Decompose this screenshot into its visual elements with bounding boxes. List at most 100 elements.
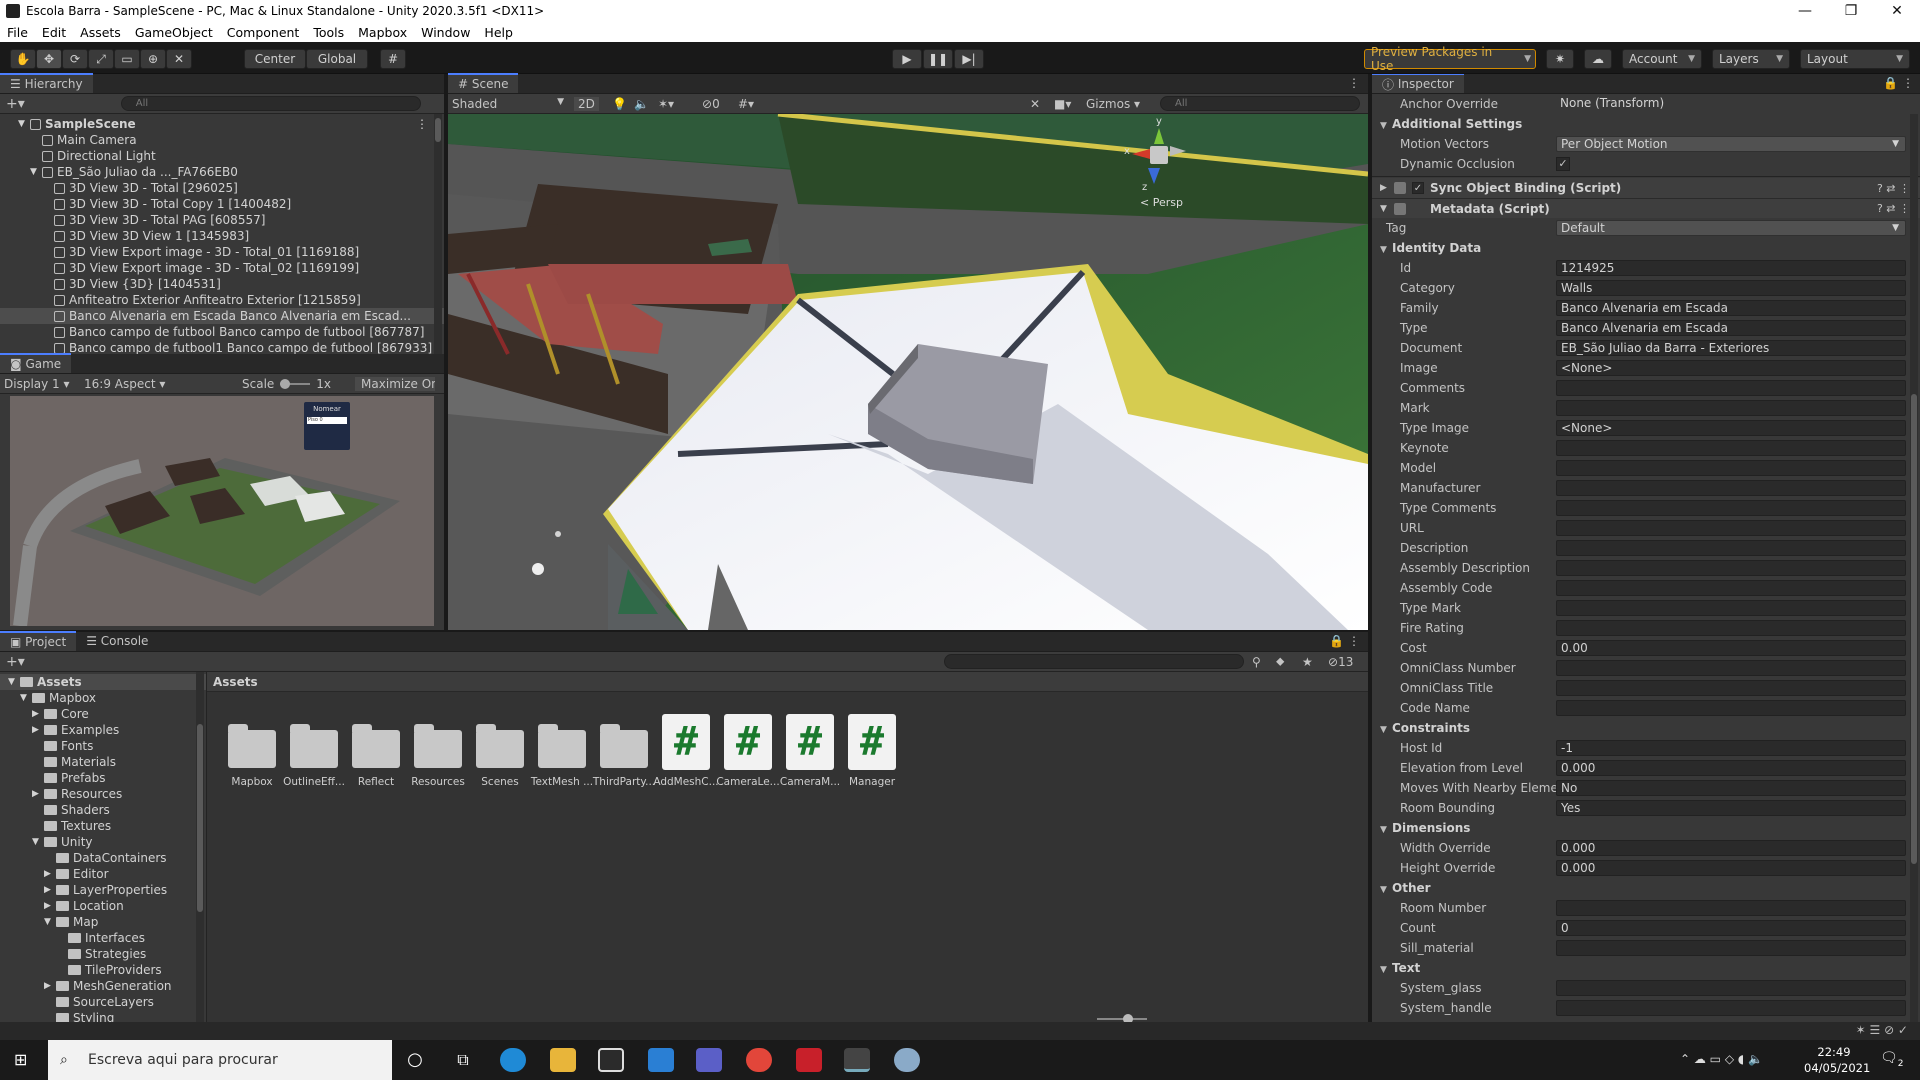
metadata-field-input[interactable] [1556,900,1906,916]
project-folder-item[interactable]: ▼ Map [0,914,206,930]
tree-scrollbar[interactable] [196,672,204,1022]
asset-folder[interactable]: Scenes [467,714,533,788]
project-folder-item[interactable]: ▼ Assets [0,674,206,690]
project-folder-item[interactable]: Fonts [0,738,206,754]
project-folder-item[interactable]: Textures [0,818,206,834]
metadata-field-input[interactable] [1556,400,1906,416]
tab-hierarchy[interactable]: ☰ Hierarchy [0,73,93,93]
hierarchy-item[interactable]: 3D View 3D - Total Copy 1 [1400482] [0,196,444,212]
menu-item[interactable]: Component [220,25,307,40]
menu-item[interactable]: Mapbox [351,25,414,40]
tools-icon[interactable]: ✕ [1030,97,1040,111]
component-menu-icons[interactable]: ? ⇄ ⋮ [1877,182,1910,195]
file-explorer-icon[interactable] [550,1048,576,1072]
pivot-global-button[interactable]: Global [306,49,368,69]
metadata-field-input[interactable] [1556,460,1906,476]
effects-icon[interactable]: ✶▾ [658,97,674,111]
close-button[interactable]: ✕ [1874,3,1920,19]
favorites-icon[interactable]: ★ [1302,655,1313,669]
unity-hub-icon[interactable] [894,1048,920,1072]
perspective-label[interactable]: < Persp [1140,196,1183,209]
metadata-field-input[interactable]: 0.000 [1556,840,1906,856]
asset-folder[interactable]: Reflect [343,714,409,788]
project-folder-item[interactable]: ▶ MeshGeneration [0,978,206,994]
project-folder-item[interactable]: DataContainers [0,850,206,866]
metadata-field-input[interactable] [1556,500,1906,516]
scale-slider[interactable] [280,378,311,389]
gizmo-z-cone[interactable] [1148,168,1160,184]
scale-tool-button[interactable]: ⤢ [88,49,114,69]
rect-tool-button[interactable]: ▭ [114,49,140,69]
project-folder-item[interactable]: ▶ Editor [0,866,206,882]
minimize-button[interactable]: — [1782,3,1828,19]
filter-label-icon[interactable]: ⬥ [1276,654,1284,669]
camera-icon[interactable]: ■▾ [1054,97,1071,111]
hierarchy-scrollbar[interactable] [434,114,442,354]
icon-size-slider[interactable] [1097,1014,1147,1024]
custom-tool-button[interactable]: ✕ [166,49,192,69]
metadata-field-input[interactable]: 0.000 [1556,760,1906,776]
overlay-field[interactable]: Piso 0 [307,417,347,424]
filter-type-icon[interactable]: ⚲ [1252,655,1261,669]
metadata-field-input[interactable] [1556,700,1906,716]
metadata-field-input[interactable]: 0.000 [1556,860,1906,876]
group-header-identity-data[interactable]: ▼ Identity Data [1372,238,1920,258]
account-dropdown[interactable]: Account ▼ [1622,49,1702,69]
menu-item[interactable]: Help [477,25,520,40]
rotate-tool-button[interactable]: ⟳ [62,49,88,69]
asset-folder[interactable]: Mapbox [219,714,285,788]
gizmo-center-cube[interactable] [1150,146,1168,164]
asset-script[interactable]: # AddMeshC... [653,714,719,788]
metadata-field-input[interactable] [1556,520,1906,536]
project-folder-item[interactable]: TileProviders [0,962,206,978]
project-folder-item[interactable]: ▶ LayerProperties [0,882,206,898]
toggle-2d-button[interactable]: 2D [574,96,599,111]
project-folder-item[interactable]: ▼ Mapbox [0,690,206,706]
preview-packages-button[interactable]: Preview Packages in Use ▼ [1364,45,1536,73]
hierarchy-item[interactable]: 3D View Export image - 3D - Total_01 [11… [0,244,444,260]
inspector-lock-icon[interactable]: 🔒 ⋮ [1883,76,1920,93]
additional-settings-header[interactable]: ▼ Additional Settings [1372,114,1920,134]
services-icon[interactable]: ✷ [1546,49,1574,69]
hierarchy-item[interactable]: Banco campo de futbool Banco campo de fu… [0,324,444,340]
task-view-icon[interactable]: ⧉ [450,1048,476,1072]
hidden-objects-toggle[interactable]: ⊘0 [702,97,720,111]
hierarchy-item[interactable]: 3D View 3D View 1 [1345983] [0,228,444,244]
metadata-field-input[interactable]: Banco Alvenaria em Escada [1556,300,1906,316]
unity-taskbar-icon[interactable] [844,1048,870,1072]
project-folder-item[interactable]: Styling [0,1010,206,1022]
hierarchy-item[interactable]: ▼ EB_São Juliao da ..._FA766EB0 [0,164,444,180]
tab-project[interactable]: ▣ Project [0,631,77,651]
asset-script[interactable]: # CameraLe... [715,714,781,788]
add-object-button[interactable]: +▾ [6,96,25,112]
project-folder-item[interactable]: ▶ Core [0,706,206,722]
asset-folder[interactable]: TextMesh ... [529,714,595,788]
step-button[interactable]: ▶| [954,49,984,69]
hierarchy-item[interactable]: 3D View Export image - 3D - Total_02 [11… [0,260,444,276]
metadata-field-input[interactable]: Walls [1556,280,1906,296]
hierarchy-search-input[interactable]: All [120,96,421,111]
game-view[interactable]: Nomear Piso 0 [10,396,434,626]
project-folder-item[interactable]: Shaders [0,802,206,818]
windows-start-icon[interactable]: ⊞ [14,1052,30,1068]
collapse-arrow-icon[interactable]: ▶ [32,722,39,738]
scene-search-input[interactable]: All [1160,96,1360,111]
project-folder-item[interactable]: Materials [0,754,206,770]
menu-item[interactable]: Edit [35,25,73,40]
grid-icon[interactable]: #▾ [738,97,754,111]
hierarchy-scene-row[interactable]: ▼ SampleScene ⋮ [0,116,444,132]
component-menu-icons[interactable]: ? ⇄ ⋮ [1877,202,1910,215]
metadata-field-input[interactable] [1556,1000,1906,1016]
metadata-field-input[interactable]: Banco Alvenaria em Escada [1556,320,1906,336]
expand-arrow-icon[interactable]: ▼ [44,914,51,930]
assets-breadcrumb[interactable]: Assets [207,672,1368,692]
hierarchy-item[interactable]: 3D View 3D - Total PAG [608557] [0,212,444,228]
project-folder-item[interactable]: Prefabs [0,770,206,786]
expand-arrow-icon[interactable]: ▼ [30,164,37,180]
metadata-field-input[interactable]: 1214925 [1556,260,1906,276]
metadata-field-input[interactable]: EB_São Juliao da Barra - Exteriores [1556,340,1906,356]
group-header-dimensions[interactable]: ▼ Dimensions [1372,818,1920,838]
grid-snap-button[interactable]: # [380,49,406,69]
asset-folder[interactable]: Resources [405,714,471,788]
layers-dropdown[interactable]: Layers ▼ [1712,49,1790,69]
